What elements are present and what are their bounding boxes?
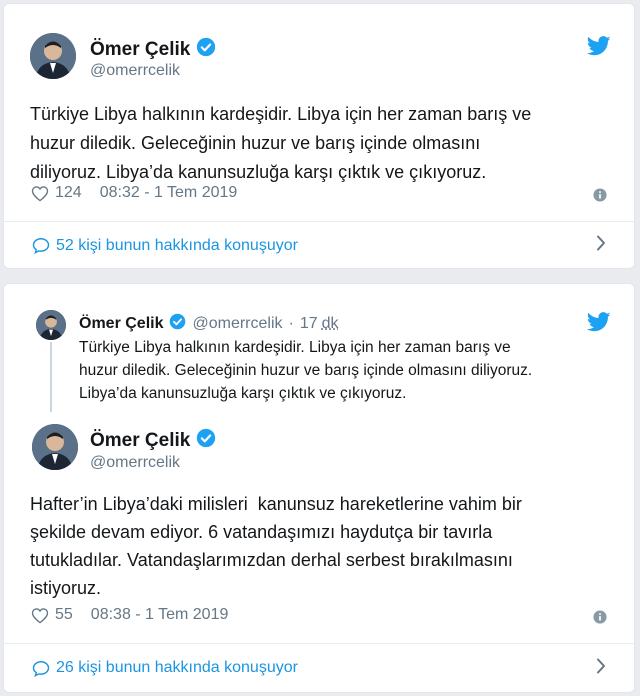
quoted-tweet-text: Türkiye Libya halkının kardeşidir. Libya… bbox=[79, 339, 533, 402]
quoted-author-row: Ömer Çelik @omerrcelik · 17 dk bbox=[79, 313, 339, 335]
conversation-text: 26 kişi bunun hakkında konuşuyor bbox=[56, 659, 298, 676]
chevron-right-icon bbox=[596, 235, 606, 256]
heart-icon[interactable] bbox=[31, 185, 49, 202]
thread-line bbox=[50, 342, 52, 412]
separator-dot: · bbox=[288, 315, 294, 332]
info-icon[interactable] bbox=[593, 610, 607, 629]
age-unit: dk bbox=[321, 315, 339, 332]
avatar[interactable] bbox=[32, 424, 78, 470]
timestamp[interactable]: 08:38 - 1 Tem 2019 bbox=[91, 606, 229, 624]
like-count[interactable]: 124 bbox=[55, 184, 82, 202]
verified-badge-icon bbox=[196, 428, 216, 454]
quoted-author-name[interactable]: Ömer Çelik bbox=[79, 315, 163, 333]
conversation-link[interactable]: 52 kişi bunun hakkında konuşuyor bbox=[4, 222, 634, 269]
quoted-age[interactable]: 17 dk bbox=[300, 315, 339, 333]
author-name[interactable]: Ömer Çelik bbox=[90, 39, 190, 61]
twitter-bird-icon[interactable] bbox=[586, 36, 611, 61]
quoted-avatar[interactable] bbox=[36, 310, 66, 340]
author-row: Ömer Çelik bbox=[90, 428, 216, 454]
conversation-text: 52 kişi bunun hakkında konuşuyor bbox=[56, 236, 298, 254]
info-icon[interactable] bbox=[593, 188, 607, 207]
speech-bubble-icon bbox=[32, 660, 50, 677]
tweet-meta: 124 08:32 - 1 Tem 2019 bbox=[31, 184, 237, 202]
like-count[interactable]: 55 bbox=[55, 606, 73, 624]
speech-bubble-icon bbox=[32, 237, 50, 254]
quoted-handle[interactable]: @omerrcelik bbox=[192, 315, 282, 333]
verified-badge-icon bbox=[196, 37, 216, 63]
author-handle[interactable]: @omerrcelik bbox=[90, 62, 180, 80]
conversation-link[interactable]: 26 kişi bunun hakkında konuşuyor bbox=[4, 644, 634, 692]
tweet-meta: 55 08:38 - 1 Tem 2019 bbox=[31, 606, 228, 624]
chevron-right-icon bbox=[596, 658, 606, 679]
verified-badge-icon bbox=[169, 313, 186, 335]
author-handle[interactable]: @omerrcelik bbox=[90, 454, 180, 472]
tweet-text: Hafter’in Libya’daki milisleri kanunsuz … bbox=[30, 494, 522, 598]
tweet-card-2: Ömer Çelik @omerrcelik · 17 dk Türkiye Li… bbox=[3, 283, 635, 693]
tweet-text: Türkiye Libya halkının kardeşidir. Libya… bbox=[30, 104, 532, 182]
author-row: Ömer Çelik bbox=[90, 37, 216, 63]
heart-icon[interactable] bbox=[31, 607, 49, 624]
timestamp[interactable]: 08:32 - 1 Tem 2019 bbox=[100, 184, 238, 202]
avatar[interactable] bbox=[30, 33, 76, 79]
tweet-card-1: Ömer Çelik @omerrcelik Türkiye Libya hal… bbox=[3, 3, 635, 269]
author-name[interactable]: Ömer Çelik bbox=[90, 430, 190, 452]
twitter-bird-icon[interactable] bbox=[586, 312, 611, 337]
age-number: 17 bbox=[299, 315, 318, 332]
